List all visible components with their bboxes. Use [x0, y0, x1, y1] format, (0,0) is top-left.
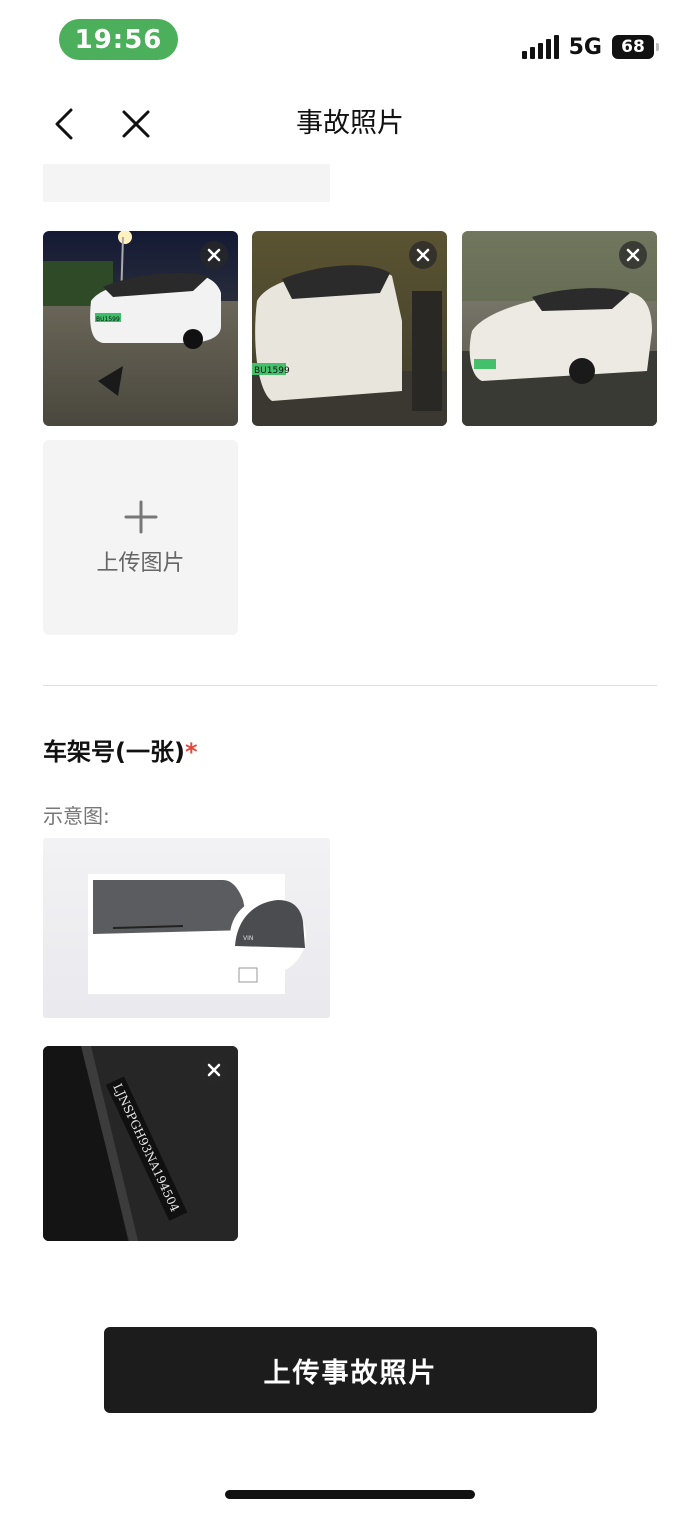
delete-vin-photo-button[interactable] — [200, 1056, 228, 1084]
status-time: 19:56 — [59, 19, 178, 60]
delete-photo-button[interactable] — [200, 241, 228, 269]
delete-photo-button[interactable] — [619, 241, 647, 269]
home-indicator — [225, 1490, 475, 1499]
example-label: 示意图: — [43, 804, 110, 828]
vin-example-image[interactable]: VIN — [43, 838, 330, 1018]
accident-photo[interactable]: BU1599 — [252, 231, 447, 426]
upload-label: 上传图片 — [96, 550, 185, 576]
vin-photo[interactable]: LJNSPGH93NA194504 — [43, 1046, 238, 1241]
close-icon — [626, 248, 640, 262]
signal-icon — [521, 35, 559, 59]
upload-photo-button[interactable]: 上传图片 — [43, 440, 238, 635]
delete-photo-button[interactable] — [409, 241, 437, 269]
close-icon — [207, 1063, 221, 1077]
page-title: 事故照片 — [296, 108, 404, 139]
status-indicators: 5G 68 — [521, 33, 659, 61]
accident-photo[interactable] — [462, 231, 657, 426]
vin-example-illustration: VIN — [88, 874, 306, 994]
license-plate: BU1599 — [96, 316, 120, 323]
section-divider — [43, 685, 657, 686]
vin-section-title: 车架号(一张)* — [43, 732, 198, 767]
upload-accident-photos-button[interactable]: 上传事故照片 — [104, 1327, 597, 1413]
vin-section-title-text: 车架号(一张) — [43, 738, 185, 766]
battery-icon: 68 — [612, 35, 659, 59]
close-icon — [416, 248, 430, 262]
network-type: 5G — [568, 34, 602, 60]
plus-icon — [124, 500, 157, 533]
close-icon — [207, 248, 221, 262]
previous-section-placeholder — [43, 164, 330, 202]
required-mark: * — [184, 738, 198, 766]
battery-level: 68 — [621, 37, 645, 57]
svg-text:VIN: VIN — [243, 935, 253, 942]
license-plate: BU1599 — [254, 366, 290, 376]
accident-photo[interactable]: BU1599 — [43, 231, 238, 426]
